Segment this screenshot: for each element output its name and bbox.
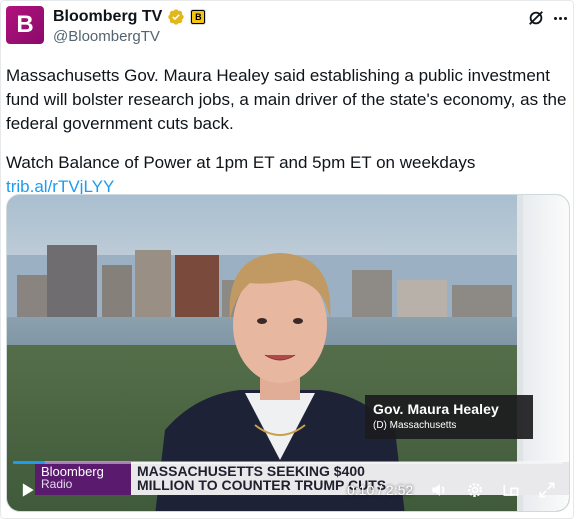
progress-bar[interactable] (13, 461, 563, 464)
tweet-paragraph-1: Massachusetts Gov. Maura Healey said est… (6, 66, 567, 133)
affiliate-letter: B (192, 11, 205, 23)
volume-icon[interactable] (427, 478, 451, 502)
lower-third-name: Gov. Maura Healey (373, 401, 499, 417)
settings-icon[interactable] (463, 478, 487, 502)
name-row: Bloomberg TV B (53, 7, 207, 27)
video-controls: 0:10 / 2:52 (7, 478, 569, 508)
time-display: 0:10 / 2:52 (347, 482, 414, 498)
tweet-card[interactable]: B Bloomberg TV B @BloombergTV Massachuse… (0, 0, 574, 519)
play-icon[interactable] (15, 478, 39, 502)
affiliate-badge-icon[interactable]: B (190, 9, 207, 25)
progress-bar-fill (13, 461, 45, 464)
grok-icon[interactable] (527, 9, 545, 27)
more-icon[interactable] (551, 9, 569, 27)
handle[interactable]: @BloombergTV (53, 28, 160, 45)
lower-third: Gov. Maura Healey (D) Massachusetts (365, 395, 533, 439)
avatar-letter: B (16, 11, 34, 38)
pip-icon[interactable] (499, 478, 523, 502)
display-name[interactable]: Bloomberg TV (53, 8, 162, 26)
tweet-paragraph-2-text: Watch Balance of Power at 1pm ET and 5pm… (6, 153, 476, 172)
avatar[interactable]: B (6, 6, 44, 44)
ticker-headline-line1: MASSACHUSETTS SEEKING $400 (137, 463, 365, 479)
video-player[interactable]: Gov. Maura Healey (D) Massachusetts Bloo… (6, 194, 570, 512)
tweet-paragraph-2: Watch Balance of Power at 1pm ET and 5pm… (6, 151, 570, 199)
tweet-text: Massachusetts Gov. Maura Healey said est… (6, 64, 570, 199)
fullscreen-icon[interactable] (535, 478, 559, 502)
verified-badge-icon[interactable] (167, 8, 185, 26)
lower-third-subtitle: (D) Massachusetts (373, 420, 457, 431)
